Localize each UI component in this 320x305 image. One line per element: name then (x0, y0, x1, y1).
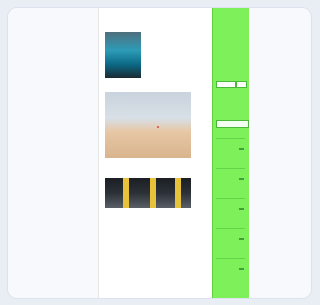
post-image[interactable] (105, 32, 141, 78)
post-list (105, 22, 213, 208)
sidebar-count (239, 238, 244, 240)
divider (216, 228, 245, 229)
sidebar-count (239, 178, 244, 180)
image-detail (175, 178, 181, 208)
top-bar (99, 10, 219, 20)
sidebar-count (239, 268, 244, 270)
sidebar (212, 8, 249, 298)
sidebar-count (239, 208, 244, 210)
search-input[interactable] (216, 81, 236, 88)
post-1 (105, 32, 213, 78)
post-image[interactable] (105, 178, 191, 208)
sidebar-count (239, 148, 244, 150)
search-button[interactable] (236, 81, 247, 88)
divider (216, 138, 245, 139)
image-detail (157, 126, 159, 128)
image-detail (123, 178, 129, 208)
post-image[interactable] (105, 92, 191, 158)
divider (216, 168, 245, 169)
post-3 (105, 178, 213, 208)
divider (216, 198, 245, 199)
window-frame (7, 7, 312, 299)
image-detail (150, 178, 156, 208)
post-2 (105, 92, 213, 158)
divider (216, 258, 245, 259)
calendar-widget[interactable] (216, 120, 249, 128)
